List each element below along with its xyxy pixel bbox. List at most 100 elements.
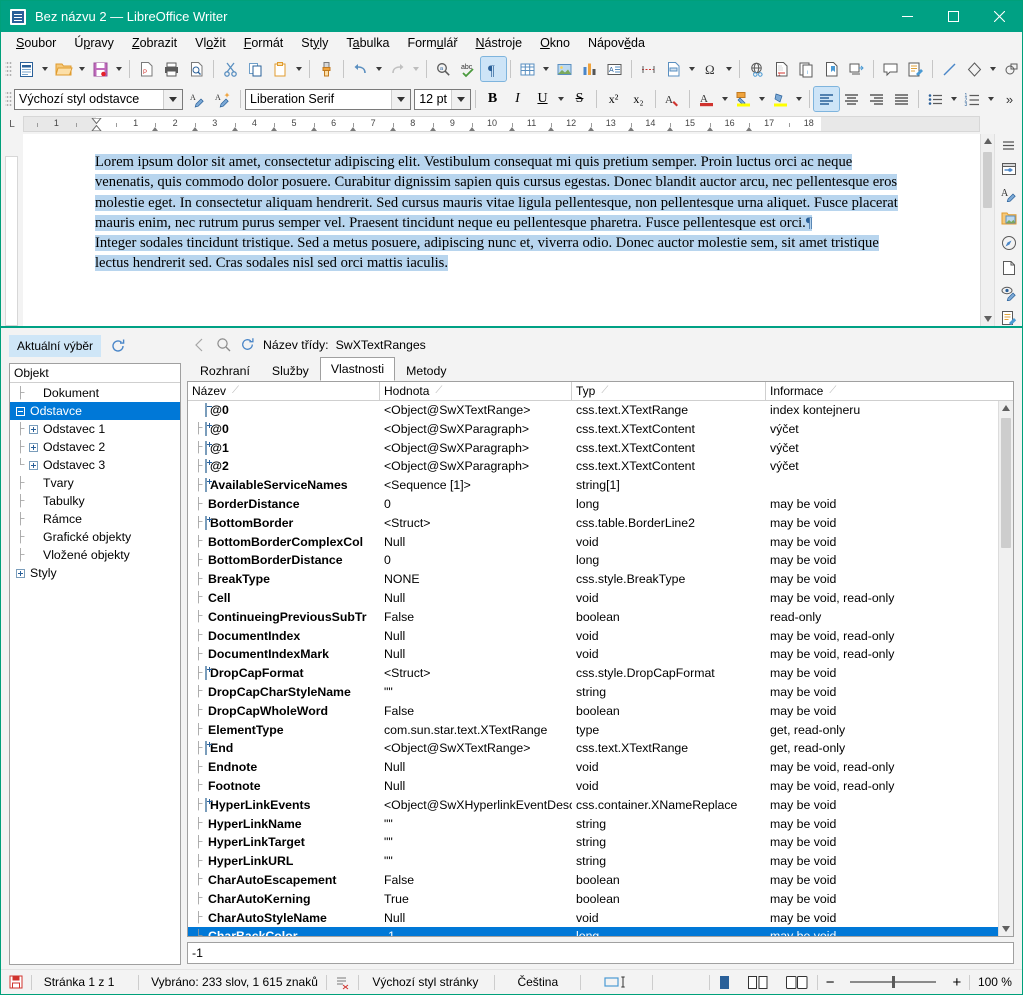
magnifier-icon[interactable] — [215, 336, 232, 353]
save-dropdown-icon[interactable] — [113, 57, 125, 81]
ordered-list-icon[interactable]: 123 — [960, 87, 985, 111]
menu-nastroje[interactable]: Nástroje — [467, 34, 532, 52]
zoom-slider-thumb[interactable] — [892, 976, 896, 988]
insert-endnote-icon[interactable]: i — [794, 57, 819, 81]
value-field[interactable]: -1 — [187, 942, 1014, 964]
document-page[interactable]: Lorem ipsum dolor sit amet, consectetur … — [23, 134, 980, 326]
ruler-tab-stop[interactable] — [152, 127, 159, 131]
page-style[interactable]: Výchozí styl stránky — [358, 970, 494, 995]
properties-row[interactable]: ├ CharAutoKerning True boolean may be void — [188, 889, 998, 908]
insert-table-icon[interactable] — [515, 57, 540, 81]
zoom-level[interactable]: 100 % — [970, 970, 1022, 995]
overflow-chevron-icon[interactable]: » — [997, 87, 1022, 111]
insert-image-icon[interactable] — [552, 57, 577, 81]
properties-row[interactable]: ├ HyperLinkEvents <Object@SwXHyperlinkEven… — [188, 795, 998, 814]
grid-scrollbar-thumb[interactable] — [1001, 417, 1011, 548]
ruler-tab-stop[interactable] — [429, 127, 436, 131]
clear-formatting-icon[interactable]: A — [660, 87, 685, 111]
row-expander-icon[interactable] — [205, 421, 207, 436]
properties-row[interactable]: ├ ElementType com.sun.star.text.XTextRange… — [188, 720, 998, 739]
insert-special-character-icon[interactable]: Ω — [698, 57, 723, 81]
back-arrow-icon[interactable] — [191, 336, 208, 353]
tab-metody[interactable]: Metody — [395, 360, 457, 382]
paste-icon[interactable] — [268, 57, 293, 81]
selection-mode-icon[interactable] — [581, 970, 652, 995]
font-color-icon[interactable]: A — [694, 87, 719, 111]
ruler-right-margin[interactable] — [820, 117, 979, 131]
toolbar-grip[interactable] — [5, 60, 12, 78]
new-document-dropdown-icon[interactable] — [39, 57, 51, 81]
sidebar-settings-icon[interactable] — [998, 138, 1020, 153]
clone-formatting-icon[interactable] — [314, 57, 339, 81]
insert-page-break-icon[interactable] — [636, 57, 661, 81]
ruler-tab-stop[interactable] — [310, 127, 317, 131]
current-selection-button[interactable]: Aktuální výběr — [9, 335, 102, 357]
insert-field-dropdown-icon[interactable] — [686, 57, 698, 81]
menu-soubor[interactable]: Soubor — [7, 34, 65, 52]
align-left-icon[interactable] — [813, 86, 840, 112]
tree-node-tabulky[interactable]: ├ Tabulky — [10, 492, 180, 510]
paste-dropdown-icon[interactable] — [293, 57, 305, 81]
undo-dropdown-icon[interactable] — [373, 57, 385, 81]
menu-vlozit[interactable]: Vložit — [186, 34, 235, 52]
zoom-in-button[interactable]: + — [944, 970, 969, 995]
tree-node-r-mce[interactable]: ├ Rámce — [10, 510, 180, 528]
basic-shapes-icon[interactable] — [962, 57, 987, 81]
properties-row[interactable]: ├ @1 <Object@SwXParagraph> css.text.XTextCo… — [188, 438, 998, 457]
unordered-list-dropdown-icon[interactable] — [948, 87, 960, 111]
unordered-list-icon[interactable] — [923, 87, 948, 111]
book-view-icon[interactable] — [777, 970, 817, 995]
properties-row[interactable]: ├ DropCapWholeWord False boolean may be void — [188, 701, 998, 720]
superscript-button[interactable]: x² — [601, 87, 626, 111]
properties-row[interactable]: ├ BottomBorder <Struct> css.table.BorderLin… — [188, 513, 998, 532]
copy-icon[interactable] — [243, 57, 268, 81]
formatting-toolbar-grip[interactable] — [5, 90, 12, 108]
maximize-button[interactable] — [930, 1, 976, 32]
update-style-icon[interactable]: A — [186, 87, 211, 111]
insert-cross-reference-icon[interactable] — [844, 57, 869, 81]
print-icon[interactable] — [159, 57, 184, 81]
insert-text-box-icon[interactable]: A — [602, 57, 627, 81]
ruler-tab-stop[interactable] — [706, 127, 713, 131]
font-color-dropdown-icon[interactable] — [719, 87, 731, 111]
save-icon[interactable] — [88, 57, 113, 81]
tree-node-styly[interactable]: Styly — [10, 564, 180, 582]
new-document-icon[interactable] — [14, 57, 39, 81]
properties-row[interactable]: ├ HyperLinkName "" string may be void — [188, 814, 998, 833]
menu-format[interactable]: Formát — [235, 34, 293, 52]
row-expander-icon[interactable] — [205, 459, 207, 474]
tree-node-odstavec-3[interactable]: └ Odstavec 3 — [10, 456, 180, 474]
close-button[interactable] — [976, 1, 1022, 32]
font-name-combo[interactable]: Liberation Serif — [245, 88, 412, 110]
object-tree[interactable]: Objekt ├ Dokument Odstavce ├ Odstavec 1 ├ Odst… — [9, 363, 181, 965]
tree-node-grafick-objekty[interactable]: ├ Grafické objekty — [10, 528, 180, 546]
undo-icon[interactable] — [348, 57, 373, 81]
paragraph-style-dropdown-icon[interactable] — [163, 89, 183, 109]
tree-expander-icon[interactable] — [27, 460, 40, 470]
properties-row[interactable]: ├ Endnote Null void may be void, read-only — [188, 758, 998, 777]
row-expander-icon[interactable] — [205, 797, 207, 812]
inspector-refresh-icon[interactable] — [239, 336, 256, 353]
underline-dropdown-icon[interactable] — [555, 87, 567, 111]
horizontal-ruler[interactable]: 1 1 2 3 4 5 6 7 8 9 10 11 12 13 14 15 16 17 18 — [23, 116, 980, 132]
paragraph-style-combo[interactable]: Výchozí styl odstavce — [14, 88, 184, 110]
insert-comment-icon[interactable] — [878, 57, 903, 81]
ruler-tab-stop[interactable] — [627, 127, 634, 131]
ruler-corner[interactable]: L — [1, 114, 23, 134]
tree-expander-icon[interactable] — [27, 442, 40, 452]
insert-hyperlink-icon[interactable] — [744, 57, 769, 81]
find-replace-icon[interactable]: a — [431, 57, 456, 81]
insert-bookmark-icon[interactable] — [819, 57, 844, 81]
ruler-tab-stop[interactable] — [192, 127, 198, 131]
gallery-icon[interactable] — [998, 211, 1020, 226]
basic-shapes-dropdown-icon[interactable] — [987, 57, 999, 81]
outline-folding-icon[interactable] — [327, 970, 358, 995]
ruler-tab-stop[interactable] — [548, 127, 555, 131]
insert-chart-icon[interactable] — [577, 57, 602, 81]
minimize-button[interactable] — [884, 1, 930, 32]
insert-table-dropdown-icon[interactable] — [540, 57, 552, 81]
underline-button[interactable]: U — [530, 87, 555, 111]
tree-node-vlo-en-objekty[interactable]: ├ Vložené objekty — [10, 546, 180, 564]
styles-icon[interactable]: A — [998, 186, 1020, 202]
multi-page-view-icon[interactable] — [739, 970, 777, 995]
